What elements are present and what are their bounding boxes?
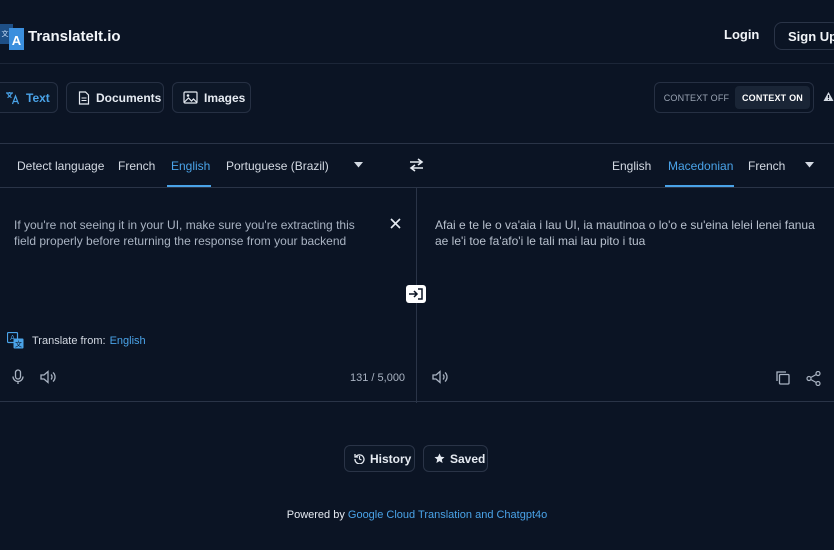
- translate-direction-icon[interactable]: [406, 285, 426, 303]
- target-lang-macedonian[interactable]: Macedonian: [668, 159, 733, 173]
- tab-images-label: Images: [204, 90, 246, 105]
- context-off-option[interactable]: CONTEXT OFF: [658, 93, 735, 103]
- login-link[interactable]: Login: [724, 27, 759, 42]
- document-icon: [78, 90, 90, 105]
- source-text-input[interactable]: If you're not seeing it in your UI, make…: [14, 217, 374, 249]
- language-bar: Detect language French English Portugues…: [0, 144, 834, 188]
- character-counter: 131 / 5,000: [350, 372, 406, 384]
- target-speaker-icon[interactable]: [432, 370, 449, 384]
- microphone-icon[interactable]: [12, 369, 24, 385]
- detect-language-icon: A 文: [7, 332, 24, 349]
- context-on-option[interactable]: CONTEXT ON: [734, 86, 810, 109]
- share-icon[interactable]: [806, 371, 821, 386]
- source-lang-french[interactable]: French: [118, 159, 155, 173]
- source-lang-english[interactable]: English: [171, 159, 210, 173]
- history-button[interactable]: History: [344, 445, 415, 472]
- tab-text[interactable]: Text: [0, 82, 58, 113]
- tab-text-label: Text: [26, 90, 50, 105]
- translated-text-output: Afai e te le o va'aia i lau UI, ia mauti…: [435, 218, 815, 248]
- star-icon: [434, 453, 445, 463]
- brand-logo[interactable]: A 文 TranslateIt.io: [0, 21, 121, 51]
- translate-from-indicator: A 文 Translate from: English: [7, 332, 146, 349]
- svg-text:A: A: [12, 33, 22, 48]
- target-lang-dropdown-icon[interactable]: [805, 162, 814, 168]
- svg-text:文: 文: [15, 340, 22, 349]
- source-speaker-icon[interactable]: [40, 370, 57, 384]
- translate-icon: [6, 91, 20, 104]
- translator-panel: Detect language French English Portugues…: [0, 143, 834, 403]
- powered-by-prefix: Powered by: [286, 509, 345, 521]
- image-icon: [183, 91, 198, 104]
- signup-button[interactable]: Sign Up: [774, 22, 834, 50]
- source-lang-portuguese[interactable]: Portuguese (Brazil): [226, 159, 329, 173]
- powered-by-footer: Powered by Google Cloud Translation and …: [0, 509, 834, 521]
- translate-from-label: Translate from:: [32, 334, 106, 347]
- source-lang-dropdown-icon[interactable]: [354, 162, 363, 168]
- warning-icon[interactable]: [823, 91, 834, 102]
- saved-button[interactable]: Saved: [423, 445, 488, 472]
- translate-logo-icon: A 文: [0, 24, 24, 50]
- target-lang-english[interactable]: English: [612, 159, 651, 173]
- source-active-indicator: [167, 185, 211, 187]
- top-header: A 文 TranslateIt.io Login Sign Up: [0, 0, 834, 64]
- clear-text-icon[interactable]: [390, 218, 401, 229]
- tab-documents[interactable]: Documents: [66, 82, 164, 113]
- powered-by-link[interactable]: Google Cloud Translation and Chatgpt4o: [348, 509, 547, 521]
- history-icon: [354, 454, 365, 464]
- signup-label: Sign Up: [788, 28, 834, 44]
- history-label: History: [370, 451, 412, 466]
- swap-languages-icon[interactable]: [408, 158, 425, 172]
- saved-label: Saved: [450, 451, 486, 466]
- tab-documents-label: Documents: [96, 90, 162, 105]
- copy-icon[interactable]: [776, 371, 790, 385]
- svg-text:文: 文: [2, 29, 9, 38]
- tab-images[interactable]: Images: [172, 82, 251, 113]
- arrow-into-box-icon: [409, 288, 423, 300]
- target-active-indicator: [665, 185, 734, 187]
- translate-from-value[interactable]: English: [110, 335, 146, 347]
- context-toggle[interactable]: CONTEXT OFF CONTEXT ON: [654, 82, 814, 113]
- brand-name: TranslateIt.io: [28, 27, 121, 45]
- target-lang-french[interactable]: French: [748, 159, 785, 173]
- source-lang-detect[interactable]: Detect language: [17, 159, 104, 173]
